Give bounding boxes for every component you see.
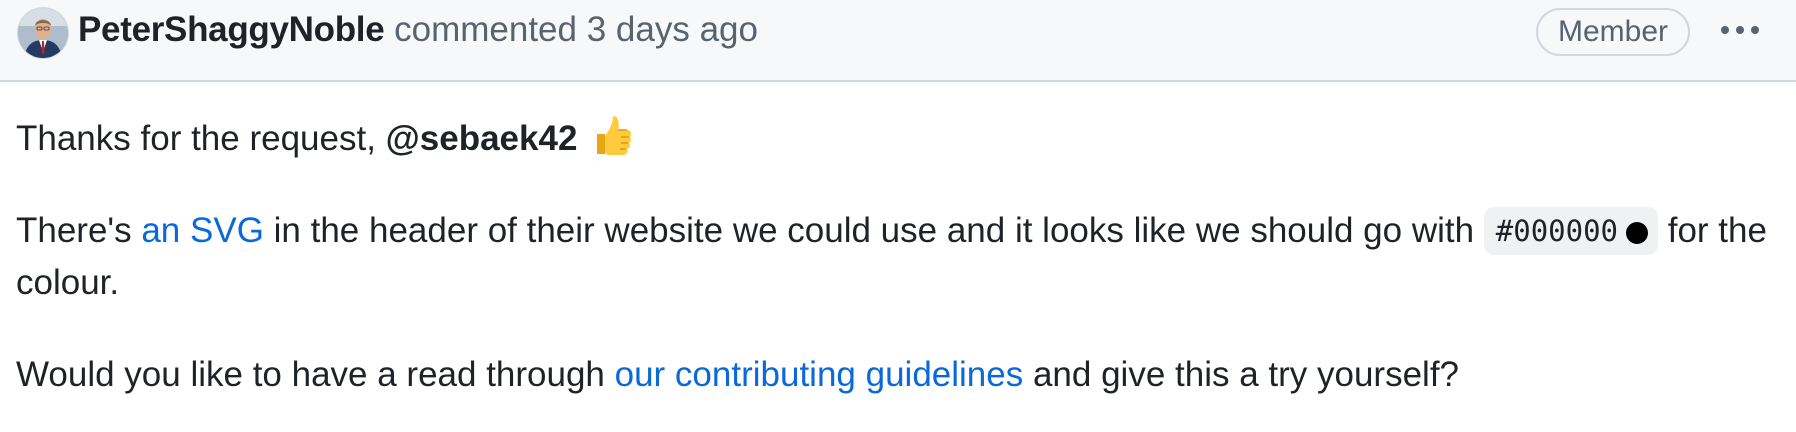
comment-header: PeterShaggyNoble commented 3 days ago Me… (0, 0, 1796, 82)
color-code-chip: #000000 (1483, 207, 1659, 255)
comment-header-line: PeterShaggyNoble commented 3 days ago (78, 8, 758, 52)
comment-action: commented (394, 10, 577, 49)
comment-body: Thanks for the request, @sebaek42 There'… (16, 112, 1776, 401)
avatar-image (18, 8, 68, 58)
paragraph-text: There's (16, 211, 142, 250)
color-code-text: #000000 (1495, 214, 1619, 248)
paragraph-text: in the header of their website we could … (263, 211, 1484, 250)
comment-paragraph: Would you like to have a read through ou… (16, 349, 1776, 401)
member-role-badge: Member (1536, 8, 1690, 56)
kebab-menu-icon[interactable] (1712, 12, 1768, 48)
comment-timestamp[interactable]: 3 days ago (587, 10, 758, 49)
svg-link[interactable]: an SVG (141, 211, 264, 250)
user-mention-link[interactable]: @sebaek42 (386, 119, 578, 158)
color-swatch-icon (1626, 222, 1649, 244)
kebab-dot (1736, 26, 1744, 34)
thumbs-up-icon (591, 112, 633, 158)
comment-paragraph: There's an SVG in the header of their we… (16, 205, 1776, 309)
comment-paragraph: Thanks for the request, @sebaek42 (16, 112, 1776, 165)
paragraph-text: Thanks for the request, (16, 119, 386, 158)
kebab-dot (1751, 26, 1759, 34)
contributing-guidelines-link[interactable]: our contributing guidelines (615, 355, 1024, 394)
paragraph-text: Would you like to have a read through (16, 355, 615, 394)
avatar[interactable] (18, 8, 68, 58)
paragraph-text: and give this a try yourself? (1023, 355, 1460, 394)
kebab-dot (1721, 26, 1729, 34)
comment-author-link[interactable]: PeterShaggyNoble (78, 10, 385, 49)
